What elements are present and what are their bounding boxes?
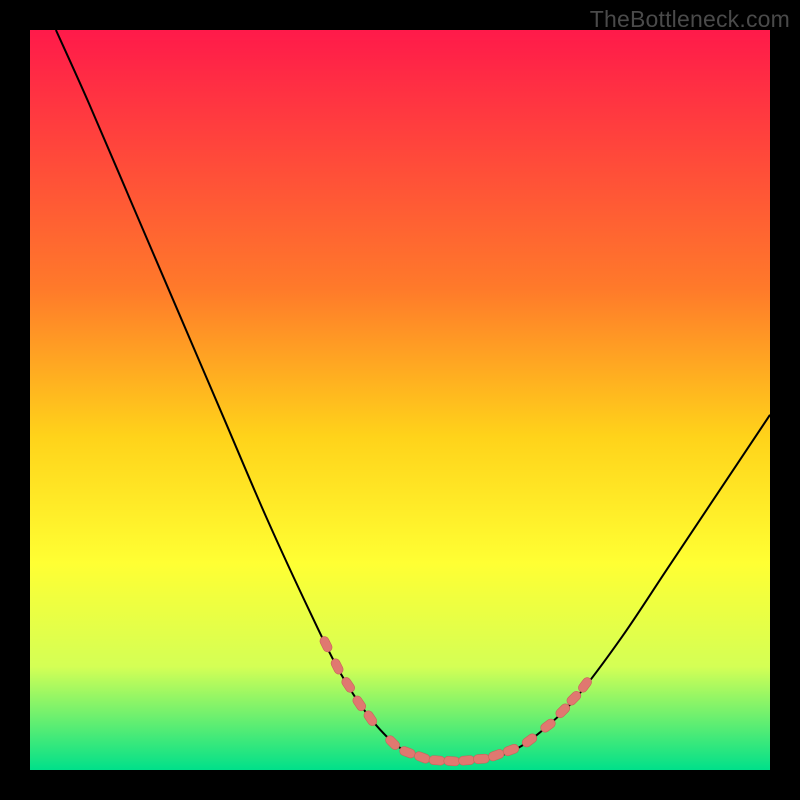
watermark-text: TheBottleneck.com [590,6,790,33]
marker-dash [429,755,446,765]
bottleneck-chart [30,30,770,770]
marker-dash [458,755,475,765]
chart-frame [30,30,770,770]
chart-background [30,30,770,770]
marker-dash [473,754,490,764]
marker-dash [443,756,460,766]
